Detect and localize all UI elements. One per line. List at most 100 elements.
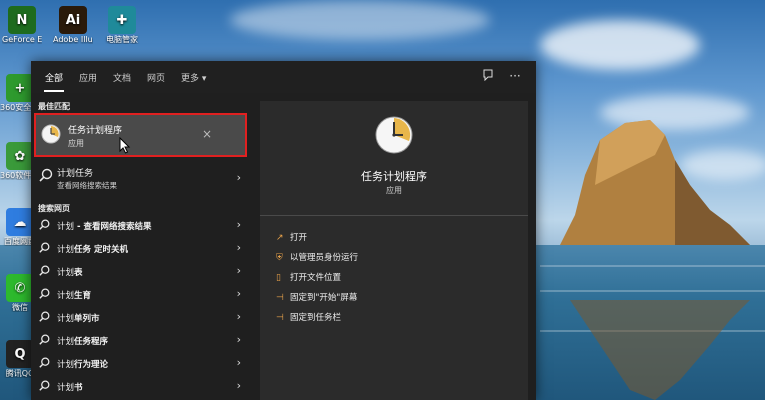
preview-action[interactable]: ▯ 打开文件位置: [276, 271, 341, 283]
web-result-item[interactable]: 计划表 ›: [31, 263, 250, 283]
rock-reflection: [570, 300, 750, 400]
web-result-completion: 单列市: [74, 314, 100, 324]
web-result-completion: - 查看网络搜索结果: [74, 222, 152, 232]
web-result-completion: 书: [74, 383, 83, 393]
best-match-subtitle: 应用: [68, 139, 84, 148]
preview-action[interactable]: ↗ 打开: [276, 231, 307, 243]
search-icon: [39, 357, 50, 371]
feedback-icon[interactable]: [481, 69, 495, 83]
task-scheduler-icon: [375, 116, 413, 154]
tab-all[interactable]: 全部: [45, 71, 63, 84]
results-list: 最佳匹配 任务计划程序 应用 × 计划任务 查看网络搜索结果 › 搜索网页 计划…: [31, 93, 250, 400]
chevron-right-icon[interactable]: ›: [237, 218, 241, 231]
desktop-icon[interactable]: NGeForce Experience: [2, 6, 42, 44]
web-result-query: 计划: [57, 383, 75, 393]
more-options-icon[interactable]: ···: [508, 69, 522, 83]
wave: [540, 290, 765, 292]
search-icon: [39, 311, 50, 325]
best-match-title: 任务计划程序: [68, 126, 123, 136]
search-icon: [39, 242, 50, 256]
web-result-item[interactable]: 计划书 ›: [31, 378, 250, 398]
preview-app-title: 任务计划程序: [361, 170, 427, 183]
tab-more[interactable]: 更多 ▾: [181, 71, 206, 84]
search-icon: [39, 265, 50, 279]
tab-apps[interactable]: 应用: [79, 71, 97, 84]
app-icon: ✆: [6, 274, 34, 302]
web-result-item[interactable]: 计划生育 ›: [31, 286, 250, 306]
web-result-query: 计划: [57, 337, 75, 347]
app-icon: Q: [6, 340, 34, 368]
setting-item-scheduled-tasks[interactable]: 计划任务 查看网络搜索结果 ›: [31, 163, 250, 193]
search-icon: [39, 219, 50, 233]
app-icon: +: [6, 74, 34, 102]
best-match-heading: 最佳匹配: [38, 102, 70, 111]
search-icon: [39, 334, 50, 348]
close-icon[interactable]: ×: [202, 127, 212, 141]
best-match-item[interactable]: 任务计划程序 应用 ×: [34, 113, 247, 157]
cloud: [540, 20, 700, 70]
search-icon: [39, 380, 50, 394]
preview-app-type: 应用: [386, 186, 402, 195]
web-result-query: 计划: [57, 314, 75, 324]
chevron-right-icon[interactable]: ›: [237, 287, 241, 300]
tab-web[interactable]: 网页: [147, 71, 165, 84]
app-icon: N: [8, 6, 36, 34]
chevron-right-icon[interactable]: ›: [237, 310, 241, 323]
web-result-completion: 任务程序: [74, 337, 109, 347]
web-result-query: 计划: [57, 291, 75, 301]
pin-icon: ⊣: [276, 293, 284, 303]
preview-divider: [260, 215, 528, 216]
web-result-item[interactable]: 计划单列市 ›: [31, 309, 250, 329]
web-result-query: 计划: [57, 360, 75, 370]
chevron-right-icon[interactable]: ›: [237, 379, 241, 392]
preview-pane: 任务计划程序 应用 ↗ 打开 ⛨ 以管理员身份运行 ▯ 打开文件位置 ⊣ 固定到"开始"屏幕 ⊣…: [260, 101, 528, 400]
web-result-query: 计划: [57, 222, 75, 232]
search-icon: [39, 168, 53, 185]
desktop-icon-label: GeForce Experience: [2, 35, 42, 44]
wave: [540, 265, 765, 267]
tab-documents[interactable]: 文档: [113, 71, 131, 84]
folder-icon: ▯: [276, 273, 281, 283]
web-result-query: 计划: [57, 268, 75, 278]
web-result-completion: 表: [74, 268, 83, 278]
rock-formation: [560, 120, 750, 245]
chevron-right-icon[interactable]: ›: [237, 356, 241, 369]
preview-action-label: 固定到任务栏: [290, 313, 342, 323]
web-result-item[interactable]: 计划行为理论 ›: [31, 355, 250, 375]
pin-taskbar-icon: ⊣: [276, 313, 284, 323]
desktop-icon-label: Adobe Illustrator: [53, 35, 93, 44]
web-result-query: 计划: [57, 245, 75, 255]
preview-action[interactable]: ⛨ 以管理员身份运行: [276, 251, 358, 263]
open-icon: ↗: [276, 233, 284, 243]
search-tabs-bar: 全部 应用 文档 网页 更多 ▾ ···: [31, 61, 536, 93]
desktop-icon[interactable]: ✚ 电脑管家: [102, 6, 142, 44]
chevron-right-icon[interactable]: ›: [237, 333, 241, 346]
app-icon: ✿: [6, 142, 34, 170]
web-result-item[interactable]: 计划 - 查看网络搜索结果 ›: [31, 217, 250, 237]
preview-action-label: 固定到"开始"屏幕: [290, 293, 358, 303]
windows-search-panel: 全部 应用 文档 网页 更多 ▾ ··· 最佳匹配 任务计划程序 应用 × 计划…: [31, 61, 536, 400]
app-icon: ☁: [6, 208, 34, 236]
web-result-completion: 任务 定时关机: [74, 245, 128, 255]
web-result-item[interactable]: 计划任务 定时关机 ›: [31, 240, 250, 260]
web-result-completion: 行为理论: [74, 360, 109, 370]
active-tab-indicator: [44, 90, 64, 92]
app-icon: ✚: [108, 6, 136, 34]
cloud: [230, 0, 490, 40]
chevron-right-icon[interactable]: ›: [237, 264, 241, 277]
preview-action-label: 以管理员身份运行: [290, 253, 359, 263]
app-icon: Ai: [59, 6, 87, 34]
web-search-heading: 搜索网页: [38, 204, 70, 213]
web-result-item[interactable]: 计划任务程序 ›: [31, 332, 250, 352]
admin-icon: ⛨: [276, 253, 283, 263]
desktop-icon-label: 电脑管家: [106, 35, 138, 44]
chevron-right-icon[interactable]: ›: [237, 241, 241, 254]
clock-icon: [41, 124, 61, 144]
setting-item-subtitle: 查看网络搜索结果: [57, 181, 117, 190]
preview-action-label: 打开文件位置: [290, 273, 342, 283]
web-result-completion: 生育: [74, 291, 92, 301]
desktop-icon[interactable]: AiAdobe Illustrator: [53, 6, 93, 44]
chevron-right-icon[interactable]: ›: [237, 171, 241, 184]
preview-action[interactable]: ⊣ 固定到"开始"屏幕: [276, 291, 357, 303]
preview-action[interactable]: ⊣ 固定到任务栏: [276, 311, 341, 323]
